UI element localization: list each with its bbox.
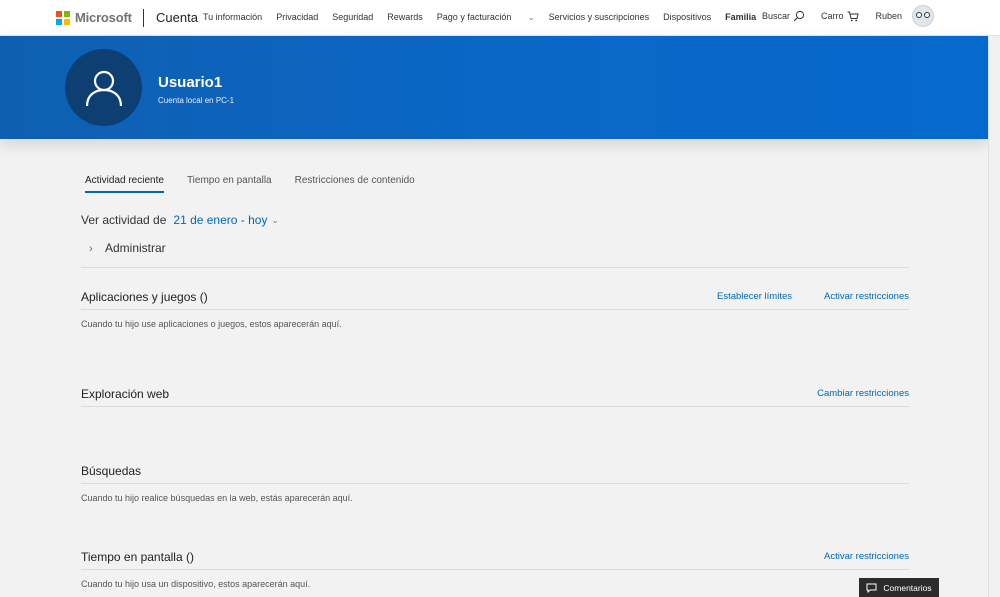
profile-avatar — [65, 49, 142, 126]
nav-right: Buscar Carro Ruben — [746, 5, 934, 27]
section-empty-text: Cuando tu hijo realice búsquedas en la w… — [81, 493, 353, 503]
feedback-button[interactable]: Comentarios — [859, 578, 939, 597]
section-title: Aplicaciones y juegos () — [81, 289, 208, 304]
set-limits-link[interactable]: Establecer límites — [717, 291, 792, 302]
change-restrictions-link[interactable]: Cambiar restricciones — [817, 388, 909, 399]
chevron-down-icon: ⌄ — [527, 13, 535, 22]
chevron-down-icon: ⌄ — [271, 214, 280, 225]
top-nav: Microsoft Cuenta Tu información Privacid… — [0, 0, 1000, 36]
section-apps: Aplicaciones y juegos () Establecer lími… — [81, 284, 909, 329]
microsoft-logo[interactable]: Microsoft — [56, 10, 132, 25]
section-title: Búsquedas — [81, 463, 142, 478]
tab-actividad-reciente[interactable]: Actividad reciente — [85, 175, 164, 193]
activity-range: Ver actividad de 21 de enero - hoy ⌄ — [81, 213, 279, 227]
nav-link-servicios[interactable]: Servicios y suscripciones — [549, 12, 650, 22]
search-label: Buscar — [761, 11, 790, 21]
profile-name: Usuario1 — [158, 74, 223, 91]
enable-restrictions-link[interactable]: Activar restricciones — [824, 551, 909, 562]
manage-expander[interactable]: › Administrar — [81, 241, 909, 268]
section-title: Tiempo en pantalla () — [81, 549, 194, 564]
section-title: Exploración web — [81, 386, 170, 401]
activity-label: Ver actividad de — [81, 213, 167, 227]
nav-section-title[interactable]: Cuenta — [156, 10, 198, 25]
avatar — [912, 5, 934, 27]
nav-link-pago-label: Pago y facturación — [436, 12, 512, 22]
section-search: Búsquedas Cuando tu hijo realice búsqued… — [81, 458, 909, 503]
brand-name: Microsoft — [75, 10, 132, 25]
nav-link-tu-informacion[interactable]: Tu información — [203, 12, 262, 22]
profile-subtitle: Cuenta local en PC-1 — [158, 96, 235, 105]
section-empty-text: Cuando tu hijo usa un dispositivo, estos… — [81, 579, 311, 589]
nav-divider — [143, 9, 144, 27]
search-icon — [793, 10, 805, 22]
section-empty-text: Cuando tu hijo use aplicaciones o juegos… — [81, 319, 342, 329]
search-button[interactable]: Buscar — [762, 10, 805, 22]
tab-restricciones-contenido[interactable]: Restricciones de contenido — [295, 175, 415, 193]
cart-button[interactable]: Carro — [821, 11, 860, 22]
nav-link-dispositivos[interactable]: Dispositivos — [663, 12, 711, 22]
nav-link-seguridad[interactable]: Seguridad — [332, 12, 373, 22]
account-menu[interactable]: Ruben — [875, 5, 934, 27]
chevron-right-icon: › — [89, 243, 93, 255]
nav-link-rewards[interactable]: Rewards — [387, 12, 423, 22]
user-label: Ruben — [875, 11, 902, 21]
nav-link-privacidad[interactable]: Privacidad — [276, 12, 318, 22]
manage-label: Administrar — [105, 241, 166, 255]
tab-tiempo-en-pantalla[interactable]: Tiempo en pantalla — [187, 175, 272, 193]
microsoft-logo-icon — [56, 10, 70, 25]
date-range-dropdown[interactable]: 21 de enero - hoy — [173, 213, 267, 227]
nav-links: Tu información Privacidad Seguridad Rewa… — [203, 12, 770, 22]
user-icon — [85, 70, 122, 106]
tab-bar: Actividad reciente Tiempo en pantalla Re… — [85, 175, 438, 193]
cart-icon — [847, 11, 860, 21]
cart-label: Carro — [820, 11, 844, 21]
scrollbar[interactable] — [988, 36, 1000, 597]
profile-banner: Usuario1 Cuenta local en PC-1 — [0, 36, 988, 139]
enable-restrictions-link[interactable]: Activar restricciones — [824, 291, 909, 302]
feedback-label: Comentarios — [883, 582, 932, 593]
section-screen-time: Tiempo en pantalla () Activar restriccio… — [81, 544, 909, 589]
nav-link-pago[interactable]: Pago y facturación ⌄ — [437, 12, 535, 22]
comment-icon — [866, 583, 877, 593]
section-web: Exploración web Cambiar restricciones — [81, 381, 909, 407]
